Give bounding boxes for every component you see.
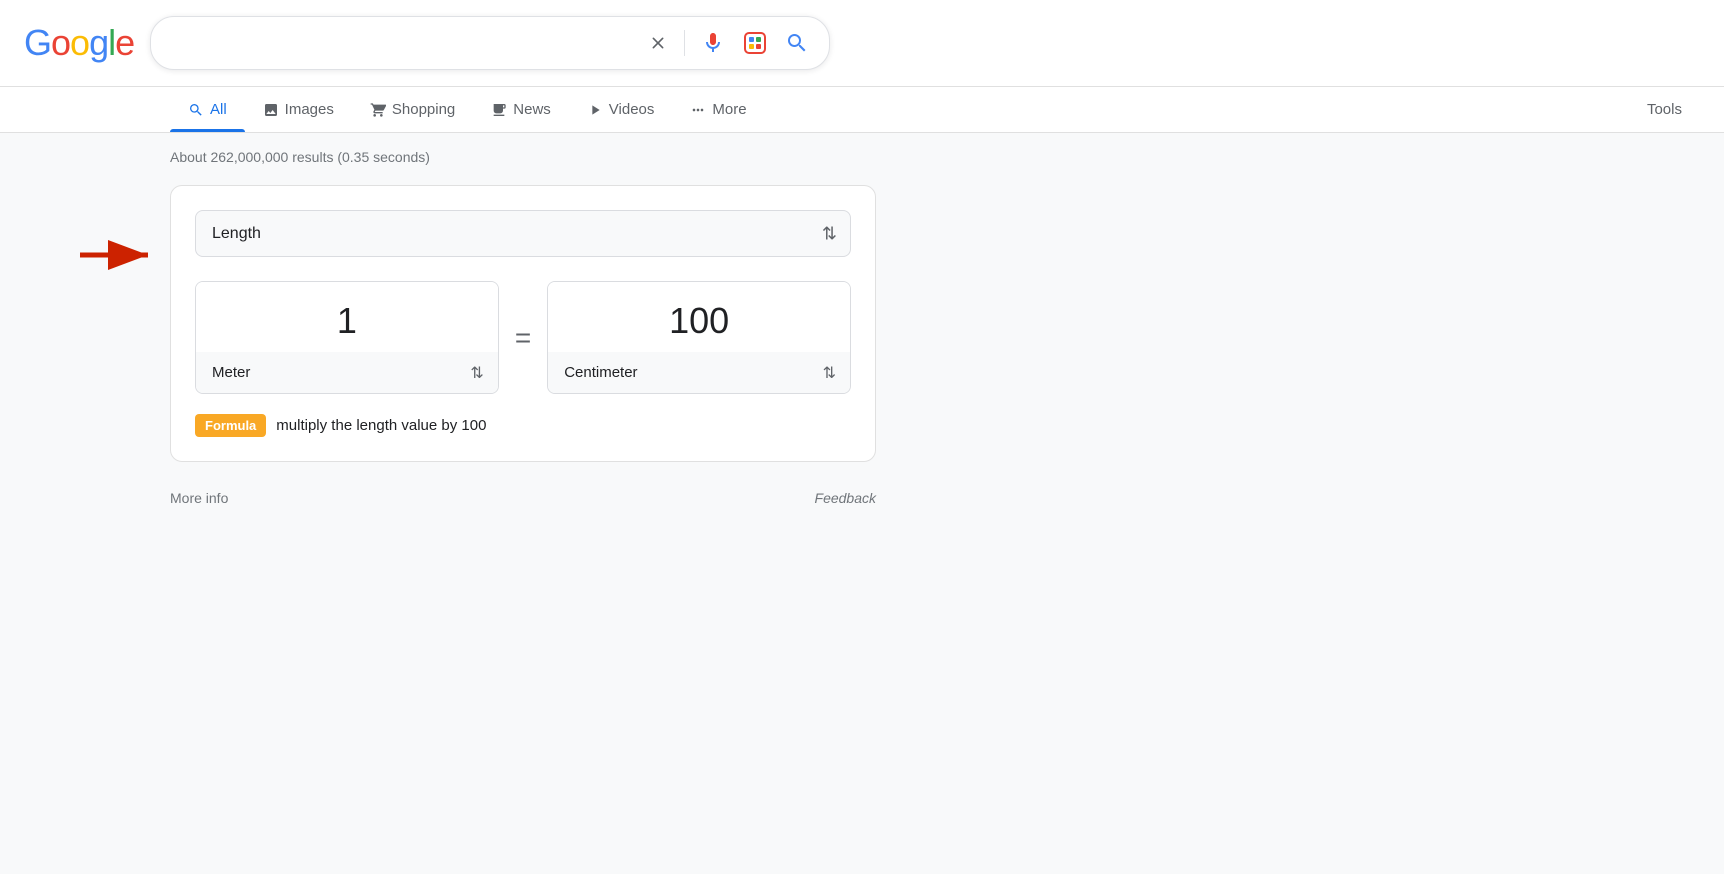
nav-label-images: Images bbox=[285, 101, 334, 118]
google-logo[interactable]: Google bbox=[24, 22, 134, 64]
converter-card: Length Area Volume Mass Temperature Spee… bbox=[170, 185, 876, 462]
nav-item-more[interactable]: More bbox=[672, 87, 764, 132]
nav-item-all[interactable]: All bbox=[170, 87, 245, 132]
card-footer: More info Feedback bbox=[170, 482, 876, 506]
nav-bar: All Images Shopping News Videos More Too… bbox=[0, 87, 1724, 133]
microphone-icon bbox=[701, 31, 725, 55]
tools-label: Tools bbox=[1647, 101, 1682, 118]
left-unit-wrapper: Meter Centimeter Kilometer Mile Foot Inc… bbox=[196, 352, 498, 393]
left-unit-select[interactable]: Meter Centimeter Kilometer Mile Foot Inc… bbox=[196, 352, 498, 393]
search-nav-icon bbox=[188, 102, 204, 118]
converter-section: Length Area Volume Mass Temperature Spee… bbox=[170, 185, 876, 462]
nav-label-more: More bbox=[712, 101, 746, 118]
nav-label-shopping: Shopping bbox=[392, 101, 455, 118]
conversion-row: Meter Centimeter Kilometer Mile Foot Inc… bbox=[195, 281, 851, 394]
search-icon bbox=[785, 31, 809, 55]
search-icons bbox=[697, 27, 813, 59]
right-unit-select[interactable]: Centimeter Meter Kilometer Mile Foot Inc… bbox=[548, 352, 850, 393]
nav-label-news: News bbox=[513, 101, 551, 118]
formula-badge: Formula bbox=[195, 414, 266, 437]
close-icon bbox=[648, 33, 668, 53]
logo-o1: o bbox=[51, 22, 70, 64]
shopping-nav-icon bbox=[370, 102, 386, 118]
equals-sign: = bbox=[515, 322, 531, 354]
logo-e: e bbox=[115, 22, 134, 64]
header: Google unit converter bbox=[0, 0, 1724, 87]
results-count: About 262,000,000 results (0.35 seconds) bbox=[170, 149, 876, 165]
formula-row: Formula multiply the length value by 100 bbox=[195, 414, 851, 437]
red-arrow-icon bbox=[80, 235, 160, 275]
nav-item-shopping[interactable]: Shopping bbox=[352, 87, 473, 132]
lens-button[interactable] bbox=[739, 27, 771, 59]
left-conversion-panel: Meter Centimeter Kilometer Mile Foot Inc… bbox=[195, 281, 499, 394]
videos-nav-icon bbox=[587, 102, 603, 118]
arrow-indicator bbox=[80, 235, 160, 275]
feedback-link[interactable]: Feedback bbox=[815, 490, 876, 506]
clear-button[interactable] bbox=[644, 29, 672, 57]
logo-o2: o bbox=[70, 22, 89, 64]
search-submit-button[interactable] bbox=[781, 27, 813, 59]
right-unit-wrapper: Centimeter Meter Kilometer Mile Foot Inc… bbox=[548, 352, 850, 393]
nav-item-images[interactable]: Images bbox=[245, 87, 352, 132]
search-divider bbox=[684, 30, 685, 56]
logo-l: l bbox=[108, 22, 115, 64]
right-value-input[interactable] bbox=[548, 282, 850, 352]
category-select[interactable]: Length Area Volume Mass Temperature Spee… bbox=[195, 210, 851, 257]
logo-g: G bbox=[24, 22, 51, 64]
news-nav-icon bbox=[491, 102, 507, 118]
images-nav-icon bbox=[263, 102, 279, 118]
search-bar: unit converter bbox=[150, 16, 830, 70]
nav-item-news[interactable]: News bbox=[473, 87, 569, 132]
formula-text: multiply the length value by 100 bbox=[276, 417, 486, 434]
nav-label-all: All bbox=[210, 101, 227, 118]
tools-button[interactable]: Tools bbox=[1629, 87, 1700, 132]
left-value-input[interactable] bbox=[196, 282, 498, 352]
category-select-wrapper: Length Area Volume Mass Temperature Spee… bbox=[195, 210, 851, 257]
results-area: About 262,000,000 results (0.35 seconds)… bbox=[0, 133, 900, 522]
more-dots-icon bbox=[690, 102, 706, 118]
nav-label-videos: Videos bbox=[609, 101, 655, 118]
right-conversion-panel: Centimeter Meter Kilometer Mile Foot Inc… bbox=[547, 281, 851, 394]
search-input[interactable]: unit converter bbox=[167, 33, 632, 54]
lens-icon bbox=[743, 31, 767, 55]
nav-item-videos[interactable]: Videos bbox=[569, 87, 673, 132]
more-info-link[interactable]: More info bbox=[170, 490, 228, 506]
logo-g2: g bbox=[89, 22, 108, 64]
microphone-button[interactable] bbox=[697, 27, 729, 59]
